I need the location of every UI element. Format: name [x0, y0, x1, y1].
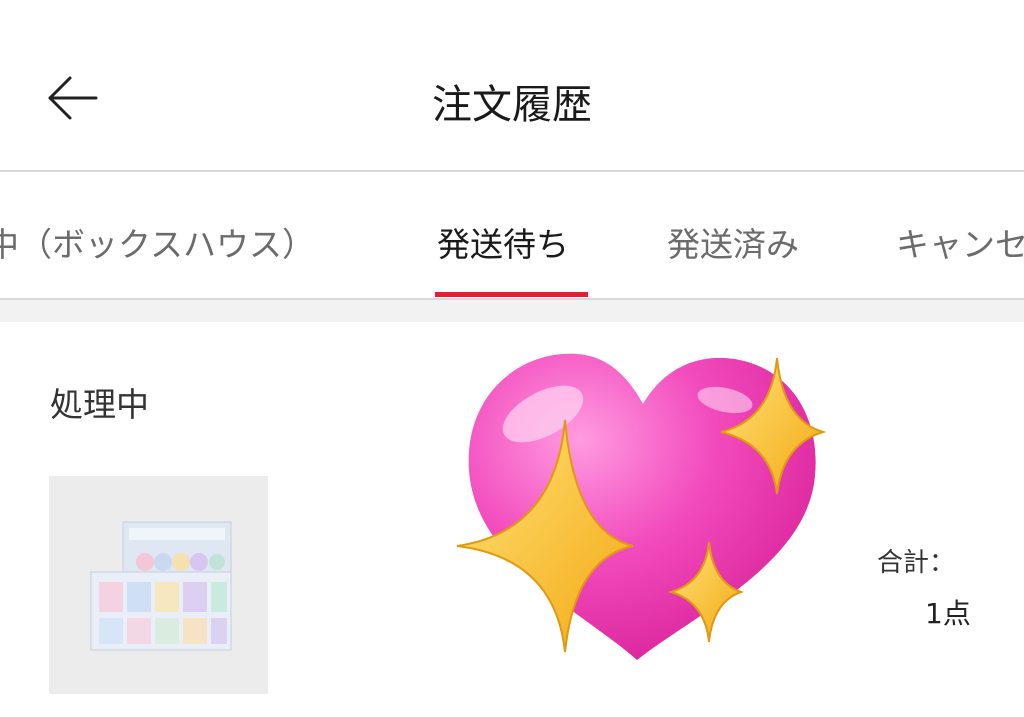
order-status: 処理中 — [50, 385, 149, 424]
section-divider — [0, 300, 1024, 322]
product-thumbnail[interactable] — [49, 476, 268, 694]
app-header: 注文履歴 — [0, 0, 1024, 172]
sparkling-heart-icon — [455, 342, 827, 664]
tab-cancelled[interactable]: キャンセ — [896, 218, 1024, 266]
tab-boxhouse[interactable]: 中（ボックスハウス） — [0, 218, 315, 266]
tab-awaiting-shipment[interactable]: 発送待ち — [437, 218, 569, 266]
tab-shipped[interactable]: 発送済み — [667, 218, 799, 266]
page-title: 注文履歴 — [432, 82, 592, 128]
back-arrow-icon[interactable] — [46, 72, 102, 124]
order-total-label: 合計： — [877, 548, 956, 578]
order-status-tabs: 中（ボックスハウス） 発送待ち 発送済み キャンセ — [0, 172, 1024, 300]
active-tab-indicator — [435, 292, 588, 297]
order-quantity: 1点 — [925, 597, 971, 630]
